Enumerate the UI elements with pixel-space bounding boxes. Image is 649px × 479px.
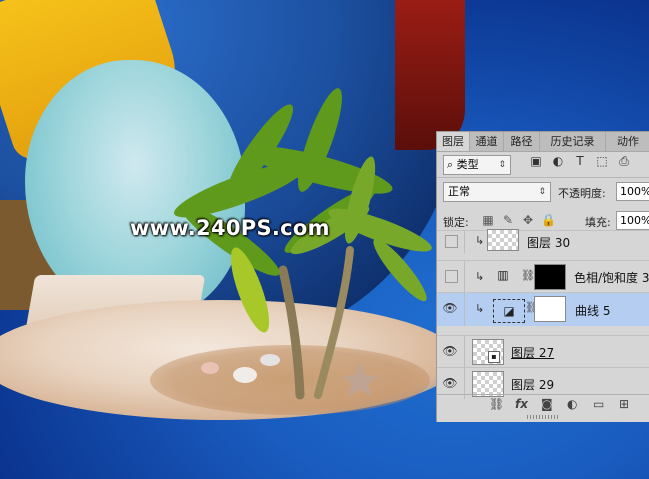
filter-icons: ▣ ◐ T ⬚ ⎙ <box>529 154 639 169</box>
resize-grip[interactable] <box>527 415 559 419</box>
updown-icon: ⇕ <box>498 160 506 170</box>
tab-actions[interactable]: 动作 <box>606 132 649 151</box>
lock-move-icon[interactable]: ✥ <box>521 213 535 227</box>
visibility-toggle[interactable] <box>445 270 458 283</box>
layer-name[interactable]: 曲线 5 <box>575 302 610 319</box>
layer-name[interactable]: 图层 27 <box>511 344 554 361</box>
shape-filter-icon[interactable]: ⬚ <box>595 154 609 168</box>
divider <box>464 231 465 253</box>
eye-icon[interactable]: 👁 <box>442 301 458 315</box>
adjustment-filter-icon[interactable]: ◐ <box>551 154 565 168</box>
layer-name[interactable]: 图层 29 <box>511 376 554 393</box>
adjustment-icon[interactable]: ◐ <box>567 397 577 411</box>
lock-transparent-icon[interactable]: ▦ <box>481 213 495 227</box>
divider <box>437 177 649 178</box>
smartobject-filter-icon[interactable]: ⎙ <box>617 154 631 169</box>
updown-icon: ⇕ <box>538 187 546 197</box>
link-icon[interactable]: ⛓ <box>489 397 504 411</box>
smart-object-icon: ▪ <box>488 351 500 363</box>
lock-brush-icon[interactable]: ✎ <box>501 213 515 227</box>
tab-paths[interactable]: 路径 <box>504 132 540 151</box>
divider <box>464 261 465 292</box>
opacity-input[interactable]: 100% <box>616 182 649 201</box>
tab-history[interactable]: 历史记录 <box>540 132 606 151</box>
fill-input[interactable]: 100% <box>616 211 649 230</box>
layer-thumbnail <box>487 229 519 251</box>
lock-all-icon[interactable]: 🔒 <box>541 213 556 227</box>
divider <box>464 336 465 367</box>
layer-mask-thumbnail <box>534 264 566 290</box>
curves-icon: ◪ <box>493 299 525 323</box>
fx-icon[interactable]: fx <box>515 397 528 411</box>
divider <box>464 293 465 326</box>
layer-name[interactable]: 色相/饱和度 3 <box>574 269 649 286</box>
image-filter-icon[interactable]: ▣ <box>529 154 543 168</box>
layer-name[interactable]: 图层 30 <box>527 234 570 251</box>
watermark-text: www.240PS.com <box>130 216 330 240</box>
filter-kind-select[interactable]: ⌕ 类型 ⇕ <box>443 155 511 175</box>
folder-icon[interactable]: ▭ <box>593 397 604 411</box>
clip-arrow-icon: ↳ <box>475 234 485 247</box>
eye-icon[interactable]: 👁 <box>442 376 458 390</box>
clip-arrow-icon: ↳ <box>475 270 485 283</box>
new-layer-icon[interactable]: ⊞ <box>619 397 629 411</box>
type-filter-icon[interactable]: T <box>573 154 587 168</box>
mask-icon[interactable]: ◙ <box>541 397 553 411</box>
blend-mode-select[interactable]: 正常 ⇕ <box>443 182 551 202</box>
opacity-label: 不透明度: <box>558 187 606 200</box>
layer-row[interactable]: ↳ ▥ ⛓ 色相/饱和度 3 <box>437 260 649 292</box>
eye-icon[interactable]: 👁 <box>442 344 458 358</box>
visibility-toggle[interactable] <box>445 235 458 248</box>
layer-mask-thumbnail <box>534 296 566 322</box>
fill-label: 填充: <box>585 216 611 229</box>
tab-layers[interactable]: 图层 <box>437 132 470 151</box>
filter-kind-label: 类型 <box>456 158 479 171</box>
clip-arrow-icon: ↳ <box>475 302 485 315</box>
hue-saturation-icon: ▥ <box>497 268 509 282</box>
blend-mode-value: 正常 <box>448 185 470 198</box>
lock-label: 锁定: <box>443 216 469 229</box>
layers-panel: 图层 通道 路径 历史记录 动作 ⌕ 类型 ⇕ ▣ ◐ T ⬚ ⎙ 正常 ⇕ 不透明度:… <box>436 131 649 422</box>
layer-row[interactable]: ↳ 图层 30 <box>437 229 649 253</box>
layer-row[interactable]: 👁 ▪ 图层 27 <box>437 335 649 367</box>
lock-icons: ▦ ✎ ✥ 🔒 <box>481 213 561 227</box>
link-icon: ⛓ <box>521 269 535 282</box>
panel-tabs: 图层 通道 路径 历史记录 动作 <box>437 132 649 152</box>
tab-channels[interactable]: 通道 <box>470 132 504 151</box>
layer-row-selected[interactable]: 👁 ↳ ◪ ⛓ 曲线 5 <box>437 292 649 326</box>
search-icon: ⌕ <box>447 158 454 171</box>
panel-footer: ⛓ fx ◙ ◐ ▭ ⊞ <box>437 394 649 415</box>
